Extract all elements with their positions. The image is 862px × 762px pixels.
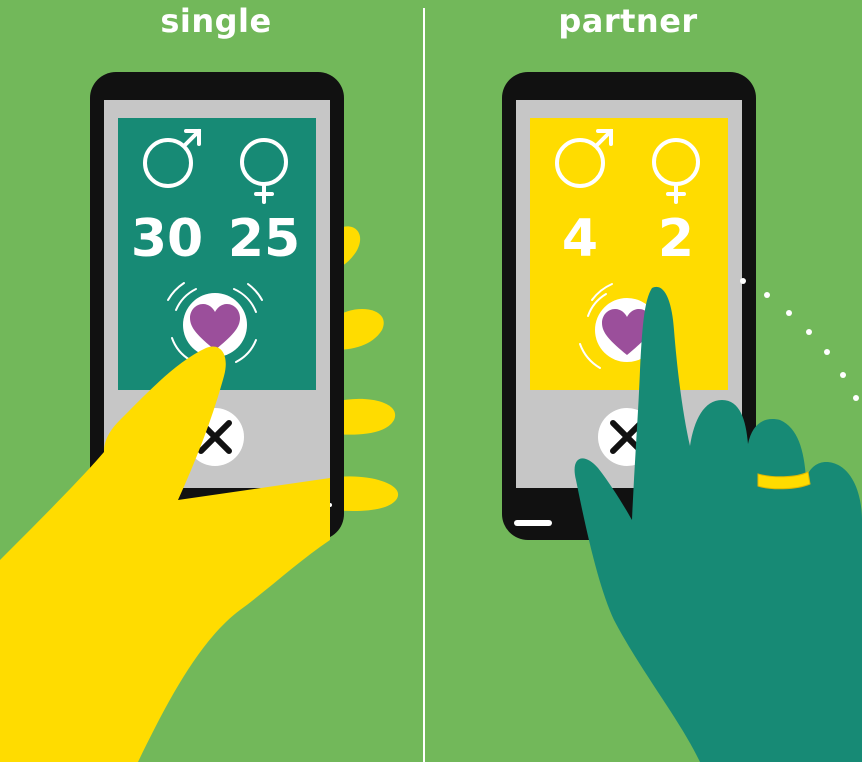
home-bar [514,520,552,526]
motion-trail [740,278,859,401]
scene: 30 25 4 2 [0,72,862,762]
single-male-count: 30 [131,209,203,269]
partner-female-count: 2 [658,209,694,269]
partner-panel: 4 2 [502,72,862,762]
illustration: single partner 30 25 4 2 [0,0,862,762]
single-female-count: 25 [228,209,300,269]
single-panel: 30 25 [0,72,399,762]
partner-male-count: 4 [562,209,598,269]
